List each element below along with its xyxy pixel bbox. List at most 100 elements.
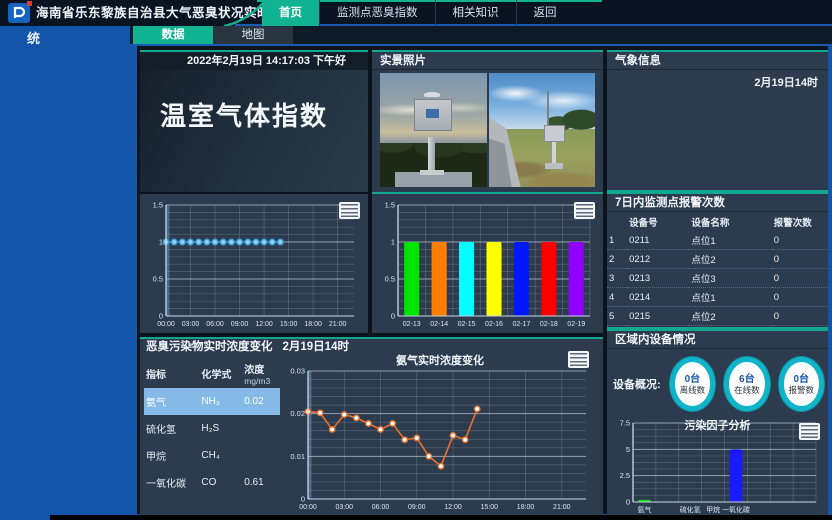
svg-text:甲烷: 甲烷 [706, 505, 720, 514]
svg-text:2.5: 2.5 [620, 471, 630, 480]
table-row: 40214点位10 [607, 288, 828, 307]
svg-text:0.5: 0.5 [153, 275, 163, 284]
svg-text:02-18: 02-18 [540, 321, 558, 328]
svg-text:7.5: 7.5 [620, 419, 630, 428]
table-row: 30213点位30 [607, 269, 828, 288]
daily-odor-index-chart: 00.511.502-1302-1402-1502-1602-1702-1802… [374, 197, 600, 330]
svg-text:02-15: 02-15 [458, 321, 476, 328]
weather-time: 2月19日14时 [607, 70, 828, 90]
device-overview-label: 设备概况: [613, 376, 661, 392]
tabbar: 统 数据 地图 [0, 26, 832, 46]
tab-data[interactable]: 数据 [133, 26, 213, 44]
svg-text:15:00: 15:00 [481, 504, 499, 511]
svg-text:1.5: 1.5 [385, 201, 395, 210]
nav-item-odor-index[interactable]: 监测点恶臭指数 [319, 0, 435, 26]
photo-pole-foot [420, 170, 444, 175]
svg-text:02-19: 02-19 [567, 321, 585, 328]
svg-text:21:00: 21:00 [329, 321, 347, 328]
svg-text:1: 1 [391, 238, 395, 247]
svg-text:0: 0 [626, 498, 630, 507]
greeting-panel: 2022年2月19日 14:17:03 下午好 温室气体指数 [140, 50, 368, 192]
chart-menu-icon[interactable] [339, 202, 360, 219]
photos-panel: 实景照片 [372, 50, 603, 194]
monitor-device [544, 125, 565, 142]
device-panel-title: 区域内设备情况 [607, 331, 828, 349]
svg-text:02-16: 02-16 [485, 321, 503, 328]
app-title-overflow: 统 [27, 28, 40, 47]
greenhouse-chart-panel: 00.511.500:0003:0006:0009:0012:0015:0018… [140, 194, 368, 333]
weather-panel: 气象信息 2月19日14时 [607, 50, 828, 192]
alarm-count-badge: 0台 报警数 [779, 357, 824, 411]
photos-panel-title: 实景照片 [372, 52, 603, 70]
alarm-table-header: 设备号 设备名称 报警次数 [607, 212, 828, 231]
chart-menu-icon[interactable] [568, 351, 589, 368]
main-nav: 首页 监测点恶臭指数 相关知识 返回 [262, 0, 574, 26]
pollutant-row[interactable]: 氨气NH₃0.02 [144, 388, 280, 415]
svg-text:03:00: 03:00 [335, 504, 353, 511]
col-indicator: 指标 [144, 359, 199, 388]
pollutant-table-header: 指标 化学式 浓度mg/m3 [144, 359, 280, 388]
nav-item-knowledge[interactable]: 相关知识 [435, 0, 516, 26]
logo-glyph [11, 5, 27, 21]
svg-text:09:00: 09:00 [408, 504, 426, 511]
svg-text:0: 0 [159, 312, 163, 321]
online-count-badge: 6台 在线数 [724, 357, 769, 411]
svg-text:1: 1 [159, 238, 163, 247]
svg-text:03:00: 03:00 [182, 321, 200, 328]
col-value: 浓度mg/m3 [242, 359, 280, 388]
col-alarm-count: 报警次数 [772, 212, 828, 231]
col-device-no: 设备号 [627, 212, 689, 231]
svg-text:00:00: 00:00 [299, 504, 317, 511]
device-screen [426, 109, 439, 118]
dashboard-page: 海南省乐东黎族自治县大气恶臭状况实时发布系 首页 监测点恶臭指数 相关知识 返回… [0, 0, 832, 520]
pollutant-table-body: 氨气NH₃0.02硫化氢H₂S甲烷CH₄一氧化碳CO0.61 [144, 388, 280, 496]
alarm-count-panel: 7日内监测点报警次数 设备号 设备名称 报警次数 10211点位1020212点… [607, 192, 828, 329]
pollutant-row[interactable]: 甲烷CH₄ [144, 442, 280, 469]
col-device-name: 设备名称 [689, 212, 771, 231]
pollutant-table: 指标 化学式 浓度mg/m3 氨气NH₃0.02硫化氢H₂S甲烷CH₄一氧化碳C… [144, 359, 280, 496]
topbar: 海南省乐东黎族自治县大气恶臭状况实时发布系 首页 监测点恶臭指数 相关知识 返回 [0, 0, 832, 26]
device-status-panel: 区域内设备情况 设备概况: 0台 离线数 6台 在线数 0台 报警数 污染因子分… [607, 329, 828, 518]
svg-text:5: 5 [626, 445, 630, 454]
pollutant-row[interactable]: 硫化氢H₂S [144, 415, 280, 442]
bottom-bar [50, 515, 832, 520]
daily-bar-chart-panel: 00.511.502-1302-1402-1502-1602-1702-1802… [372, 194, 603, 333]
station-photo-dusk [380, 73, 487, 187]
photo-row [372, 70, 603, 190]
greenhouse-index-chart: 00.511.500:0003:0006:0009:0012:0015:0018… [142, 197, 364, 330]
svg-text:0.5: 0.5 [385, 275, 395, 284]
page-title: 温室气体指数 [160, 96, 368, 133]
photo-pole [552, 139, 556, 165]
svg-text:02-13: 02-13 [403, 321, 421, 328]
pollutant-panel: 恶臭污染物实时浓度变化2月19日14时 指标 化学式 浓度mg/m3 氨气NH₃… [140, 337, 603, 518]
table-row: 10211点位10 [607, 231, 828, 250]
nav-item-back[interactable]: 返回 [516, 0, 574, 26]
svg-text:02-17: 02-17 [512, 321, 530, 328]
svg-text:0.01: 0.01 [290, 452, 305, 461]
tab-map[interactable]: 地图 [213, 26, 293, 44]
svg-text:06:00: 06:00 [206, 321, 224, 328]
monitor-device [414, 99, 452, 131]
logo-icon[interactable] [8, 3, 30, 23]
svg-text:硫化氢: 硫化氢 [680, 505, 701, 514]
device-cap [424, 92, 440, 97]
pollutant-panel-title: 恶臭污染物实时浓度变化 [146, 341, 273, 353]
photo-lamp-pole [547, 91, 549, 125]
ammonia-concentration-chart: 00.010.020.0300:0003:0006:0009:0012:0015… [282, 365, 598, 513]
chart-menu-icon[interactable] [574, 202, 595, 219]
nav-item-home[interactable]: 首页 [262, 0, 319, 26]
pollutant-row[interactable]: 一氧化碳CO0.61 [144, 469, 280, 496]
svg-text:0.02: 0.02 [290, 409, 305, 418]
svg-text:一氧化碳: 一氧化碳 [722, 505, 750, 514]
chart-menu-icon[interactable] [799, 423, 820, 440]
svg-text:18:00: 18:00 [304, 321, 322, 328]
pollution-factor-chart: 02.557.5氨气硫化氢甲烷一氧化碳 [611, 419, 824, 514]
unit-label: mg/m3 [244, 376, 278, 386]
offline-count-badge: 0台 离线数 [670, 357, 715, 411]
svg-text:06:00: 06:00 [372, 504, 390, 511]
table-row: 50215点位20 [607, 307, 828, 326]
svg-text:0: 0 [391, 312, 395, 321]
alarm-table: 设备号 设备名称 报警次数 10211点位1020212点位2030213点位3… [607, 212, 828, 345]
svg-text:12:00: 12:00 [444, 504, 462, 511]
svg-text:0: 0 [301, 495, 305, 504]
